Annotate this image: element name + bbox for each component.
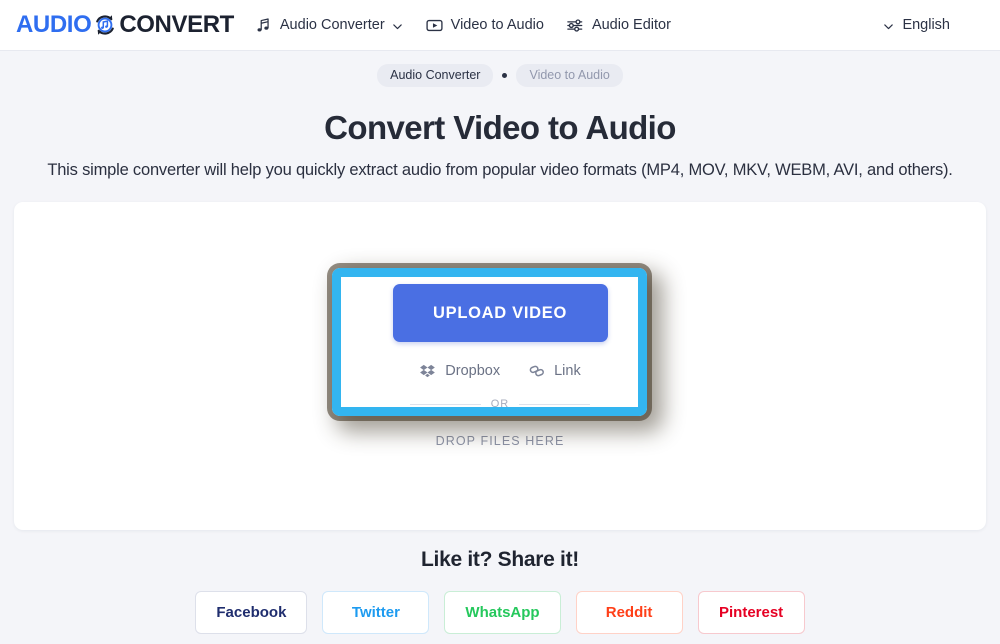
dot-separator-icon xyxy=(502,73,508,78)
nav-item-video-to-audio[interactable]: Video to Audio xyxy=(425,16,544,35)
or-label: OR xyxy=(490,398,510,410)
nav-label-audio-editor: Audio Editor xyxy=(591,17,671,33)
share-label-twitter: Twitter xyxy=(351,604,400,621)
link-icon xyxy=(528,362,546,380)
video-play-icon xyxy=(425,16,444,35)
dropzone[interactable]: UPLOAD VIDEO Dropbox Link OR DROP FILES … xyxy=(14,202,986,530)
language-selector[interactable]: English xyxy=(883,17,982,33)
share-button-reddit[interactable]: Reddit xyxy=(575,591,683,634)
drop-files-hint: DROP FILES HERE xyxy=(435,434,565,448)
share-buttons: Facebook Twitter WhatsApp Reddit Pintere… xyxy=(0,591,1000,634)
upload-card: UPLOAD VIDEO Dropbox Link OR DROP FILES … xyxy=(14,202,986,530)
share-title: Like it? Share it! xyxy=(421,548,579,571)
chevron-down-icon xyxy=(883,20,894,31)
page-subtitle: This simple converter will help you quic… xyxy=(47,161,953,179)
share-label-pinterest: Pinterest xyxy=(718,604,784,621)
upload-video-button[interactable]: UPLOAD VIDEO xyxy=(392,284,608,342)
breadcrumb-label: Video to Audio xyxy=(529,68,610,82)
sliders-icon xyxy=(566,16,585,35)
divider-line-left xyxy=(410,403,481,405)
page-title: Convert Video to Audio xyxy=(324,109,676,146)
audio-refresh-icon xyxy=(92,12,118,38)
link-source-button[interactable]: Link xyxy=(528,362,581,380)
share-label-whatsapp: WhatsApp xyxy=(465,604,540,621)
breadcrumb: Audio Converter Video to Audio xyxy=(0,64,1000,87)
language-label: English xyxy=(902,17,950,33)
nav-item-audio-editor[interactable]: Audio Editor xyxy=(566,16,671,35)
alternate-sources: Dropbox Link xyxy=(419,362,581,380)
nav-item-audio-converter[interactable]: Audio Converter xyxy=(254,16,403,35)
link-label: Link xyxy=(554,363,581,379)
dropbox-label: Dropbox xyxy=(445,363,501,379)
logo-text-audio: AUDIO xyxy=(16,11,92,38)
share-button-twitter[interactable]: Twitter xyxy=(322,591,430,634)
dropbox-source-button[interactable]: Dropbox xyxy=(419,362,500,380)
logo-text-convert: CONVERT xyxy=(119,11,234,38)
share-button-whatsapp[interactable]: WhatsApp xyxy=(444,591,561,634)
breadcrumb-item-audio-converter[interactable]: Audio Converter xyxy=(377,64,494,87)
nav-label-video-to-audio: Video to Audio xyxy=(450,17,544,33)
nav-label-audio-converter: Audio Converter xyxy=(279,17,385,33)
share-label-reddit: Reddit xyxy=(605,604,653,621)
breadcrumb-label: Audio Converter xyxy=(390,68,481,82)
music-note-icon xyxy=(254,16,273,35)
chevron-down-icon xyxy=(392,20,403,31)
share-button-facebook[interactable]: Facebook xyxy=(195,591,308,634)
main-navigation: Audio Converter Video to Audio Audio Edi… xyxy=(254,16,671,35)
dropbox-icon xyxy=(419,362,437,380)
share-label-facebook: Facebook xyxy=(216,604,287,621)
or-divider: OR xyxy=(410,398,590,410)
divider-line-right xyxy=(519,403,590,405)
site-logo[interactable]: AUDIO CONVERT xyxy=(16,11,234,39)
share-button-pinterest[interactable]: Pinterest xyxy=(697,591,805,634)
breadcrumb-item-video-to-audio[interactable]: Video to Audio xyxy=(516,64,623,87)
site-header: AUDIO CONVERT Audio Converter Video to A… xyxy=(0,0,1000,51)
share-section: Like it? Share it! Facebook Twitter What… xyxy=(0,548,1000,634)
